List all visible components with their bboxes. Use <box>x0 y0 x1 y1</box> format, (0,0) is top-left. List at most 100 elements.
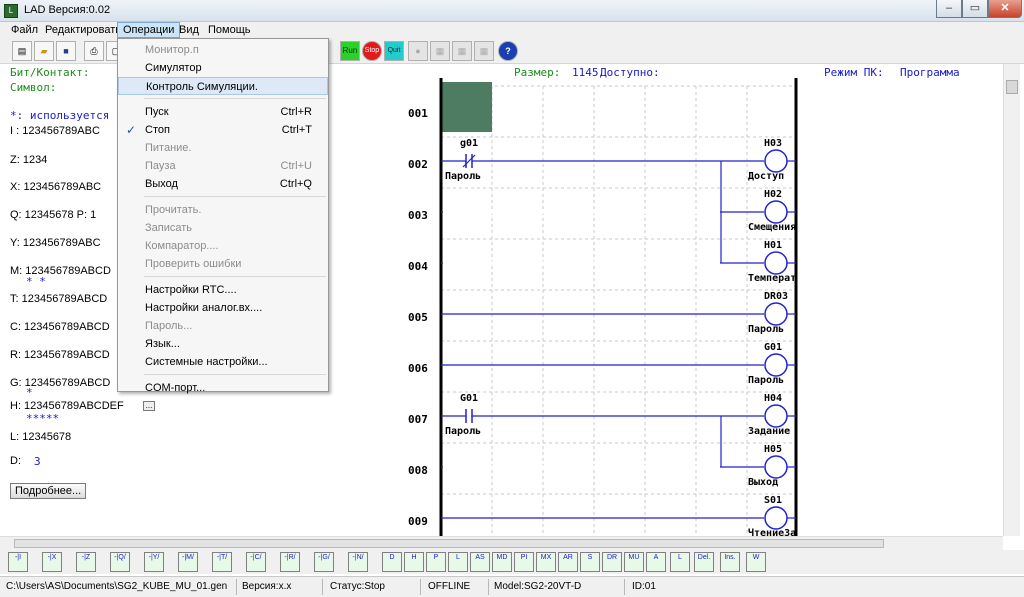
coil-name: G01 <box>764 342 782 353</box>
menu-item-label: Контроль Симуляции. <box>146 81 258 93</box>
operations-menu-item[interactable]: Язык... <box>118 335 328 353</box>
save-icon[interactable]: ■ <box>56 41 76 61</box>
maximize-button[interactable]: ▭ <box>962 0 988 18</box>
more-button[interactable]: Подробнее... <box>10 483 87 499</box>
new-file-icon[interactable]: ▤ <box>12 41 32 61</box>
row-number: 002 <box>408 158 428 171</box>
ladder-element-button[interactable]: AR <box>558 552 578 572</box>
row-number: 003 <box>408 209 428 222</box>
menu-item-shortcut: Ctrl+U <box>280 160 312 172</box>
row-number: 006 <box>408 362 428 375</box>
title-bar: L LAD Версия:0.02 – ▭ ✕ <box>0 0 1024 22</box>
row-number: 004 <box>408 260 428 273</box>
operations-menu-item[interactable]: Симулятор <box>118 59 328 77</box>
mode-value: Программа <box>900 66 960 79</box>
coil-label: Выход <box>748 477 778 488</box>
scroll-thumb[interactable] <box>1006 80 1018 94</box>
menu-item-label: Системные настройки... <box>145 356 268 368</box>
print-icon[interactable]: ⎙ <box>84 41 104 61</box>
menu-item-label: Записать <box>145 222 193 234</box>
ladder-element-button[interactable]: -|Z <box>76 552 96 572</box>
operations-dropdown: Монитор.п Симулятор Контроль Симуляции. Пус… <box>117 38 329 394</box>
quit-button[interactable]: Quit <box>384 41 404 61</box>
ladder-element-button[interactable]: -|C/ <box>246 552 266 572</box>
disabled-tool-icon: ▦ <box>430 41 450 61</box>
ladder-element-button[interactable]: PI <box>514 552 534 572</box>
vertical-scrollbar[interactable] <box>1003 64 1020 536</box>
operations-menu-item[interactable]: Выход Ctrl+Q <box>118 175 328 193</box>
coil-label: Пароль <box>748 375 784 386</box>
run-button[interactable]: Run <box>340 41 360 61</box>
operations-menu-item: Пауза Ctrl+U <box>118 157 328 175</box>
m-marks: * * <box>26 275 46 288</box>
ladder-element-button[interactable]: -|G/ <box>314 552 334 572</box>
hscroll-thumb[interactable] <box>14 539 884 548</box>
horizontal-scrollbar[interactable] <box>0 536 1003 550</box>
operations-menu-item[interactable]: Пуск Ctrl+R <box>118 103 328 121</box>
menu-help[interactable]: Помощь <box>203 22 256 38</box>
status-model: Model:SG2-20VT-D <box>494 581 582 592</box>
d-label: D: <box>10 455 21 467</box>
ladder-element-button[interactable]: -|I <box>8 552 28 572</box>
menu-file[interactable]: Файл <box>6 22 43 38</box>
minimize-button[interactable]: – <box>936 0 962 18</box>
ladder-element-button[interactable]: W <box>746 552 766 572</box>
ladder-element-button[interactable]: -|Q/ <box>110 552 130 572</box>
ladder-element-button[interactable]: -|M/ <box>178 552 198 572</box>
ladder-element-button[interactable]: -|R/ <box>280 552 300 572</box>
menu-view[interactable]: Вид <box>174 22 204 38</box>
coil-symbol <box>764 149 788 173</box>
ladder-element-button[interactable]: Ins. <box>720 552 740 572</box>
ladder-element-button[interactable]: L <box>448 552 468 572</box>
operations-menu-item[interactable]: Контроль Симуляции. <box>118 77 328 95</box>
ladder-element-button[interactable]: L <box>670 552 690 572</box>
ladder-element-button[interactable]: -|Y/ <box>144 552 164 572</box>
operations-menu-item[interactable]: Системные настройки... <box>118 353 328 371</box>
operations-menu-item[interactable]: Настройки RTC.... <box>118 281 328 299</box>
menu-separator <box>144 98 326 99</box>
coil-symbol <box>764 302 788 326</box>
ladder-element-button[interactable]: H <box>404 552 424 572</box>
menu-item-label: Настройки аналог.вх.... <box>145 302 263 314</box>
menu-operations[interactable]: Операции <box>117 22 181 38</box>
operations-menu-item[interactable]: Стоп Ctrl+T ✓ <box>118 121 328 139</box>
menu-edit[interactable]: Редактировать <box>40 22 126 38</box>
ladder-element-button[interactable]: -|X <box>42 552 62 572</box>
status-state: Статус:Stop <box>330 581 385 592</box>
help-icon[interactable]: ? <box>498 41 518 61</box>
open-folder-icon[interactable]: ▰ <box>34 41 54 61</box>
menu-item-label: Проверить ошибки <box>145 258 242 270</box>
ladder-element-button[interactable]: A <box>646 552 666 572</box>
mode-label: Режим ПК: <box>824 66 884 79</box>
menu-item-label: Пауза <box>145 160 176 172</box>
stop-button[interactable]: Stop <box>362 41 382 61</box>
coil-symbol <box>764 506 788 530</box>
ladder-element-button[interactable]: Del. <box>694 552 714 572</box>
operations-menu-item[interactable]: COM-порт... <box>118 379 328 397</box>
close-button[interactable]: ✕ <box>988 0 1022 18</box>
io-row: Q: 12345678 P: 1 <box>10 209 97 221</box>
coil-label: Температ <box>748 273 796 284</box>
ladder-element-button[interactable]: DR <box>602 552 622 572</box>
ladder-element-button[interactable]: S <box>580 552 600 572</box>
operations-menu-item[interactable]: Настройки аналог.вх.... <box>118 299 328 317</box>
ladder-element-button[interactable]: D <box>382 552 402 572</box>
ladder-canvas[interactable]: 001 002 003 004 005 006 007 008 009 H03 Доступ H02 С… <box>404 64 1000 539</box>
ladder-element-button[interactable]: AS <box>470 552 490 572</box>
row-number: 005 <box>408 311 428 324</box>
element-toolbar: -|I -|X -|Z -|Q/ -|Y/ -|M/ -|T/ -|C/ -|R/ -|G/ -|N… <box>0 550 1024 574</box>
contact-name: g01 <box>460 138 478 149</box>
menu-item-shortcut: Ctrl+Q <box>279 178 312 190</box>
coil-name: DR03 <box>764 291 788 302</box>
ladder-element-button[interactable]: MD <box>492 552 512 572</box>
status-online: OFFLINE <box>428 581 471 592</box>
ladder-element-button[interactable]: P <box>426 552 446 572</box>
ladder-element-button[interactable]: -|T/ <box>212 552 232 572</box>
ladder-element-button[interactable]: MU <box>624 552 644 572</box>
menu-bar: Файл Редактировать Операции Вид Помощь <box>0 22 1024 38</box>
ladder-element-button[interactable]: -|N/ <box>348 552 368 572</box>
more-icon[interactable]: ... <box>143 401 155 411</box>
ladder-element-button[interactable]: MX <box>536 552 556 572</box>
disabled-tool-icon: ▦ <box>474 41 494 61</box>
io-row: L: 12345678 <box>10 431 72 443</box>
